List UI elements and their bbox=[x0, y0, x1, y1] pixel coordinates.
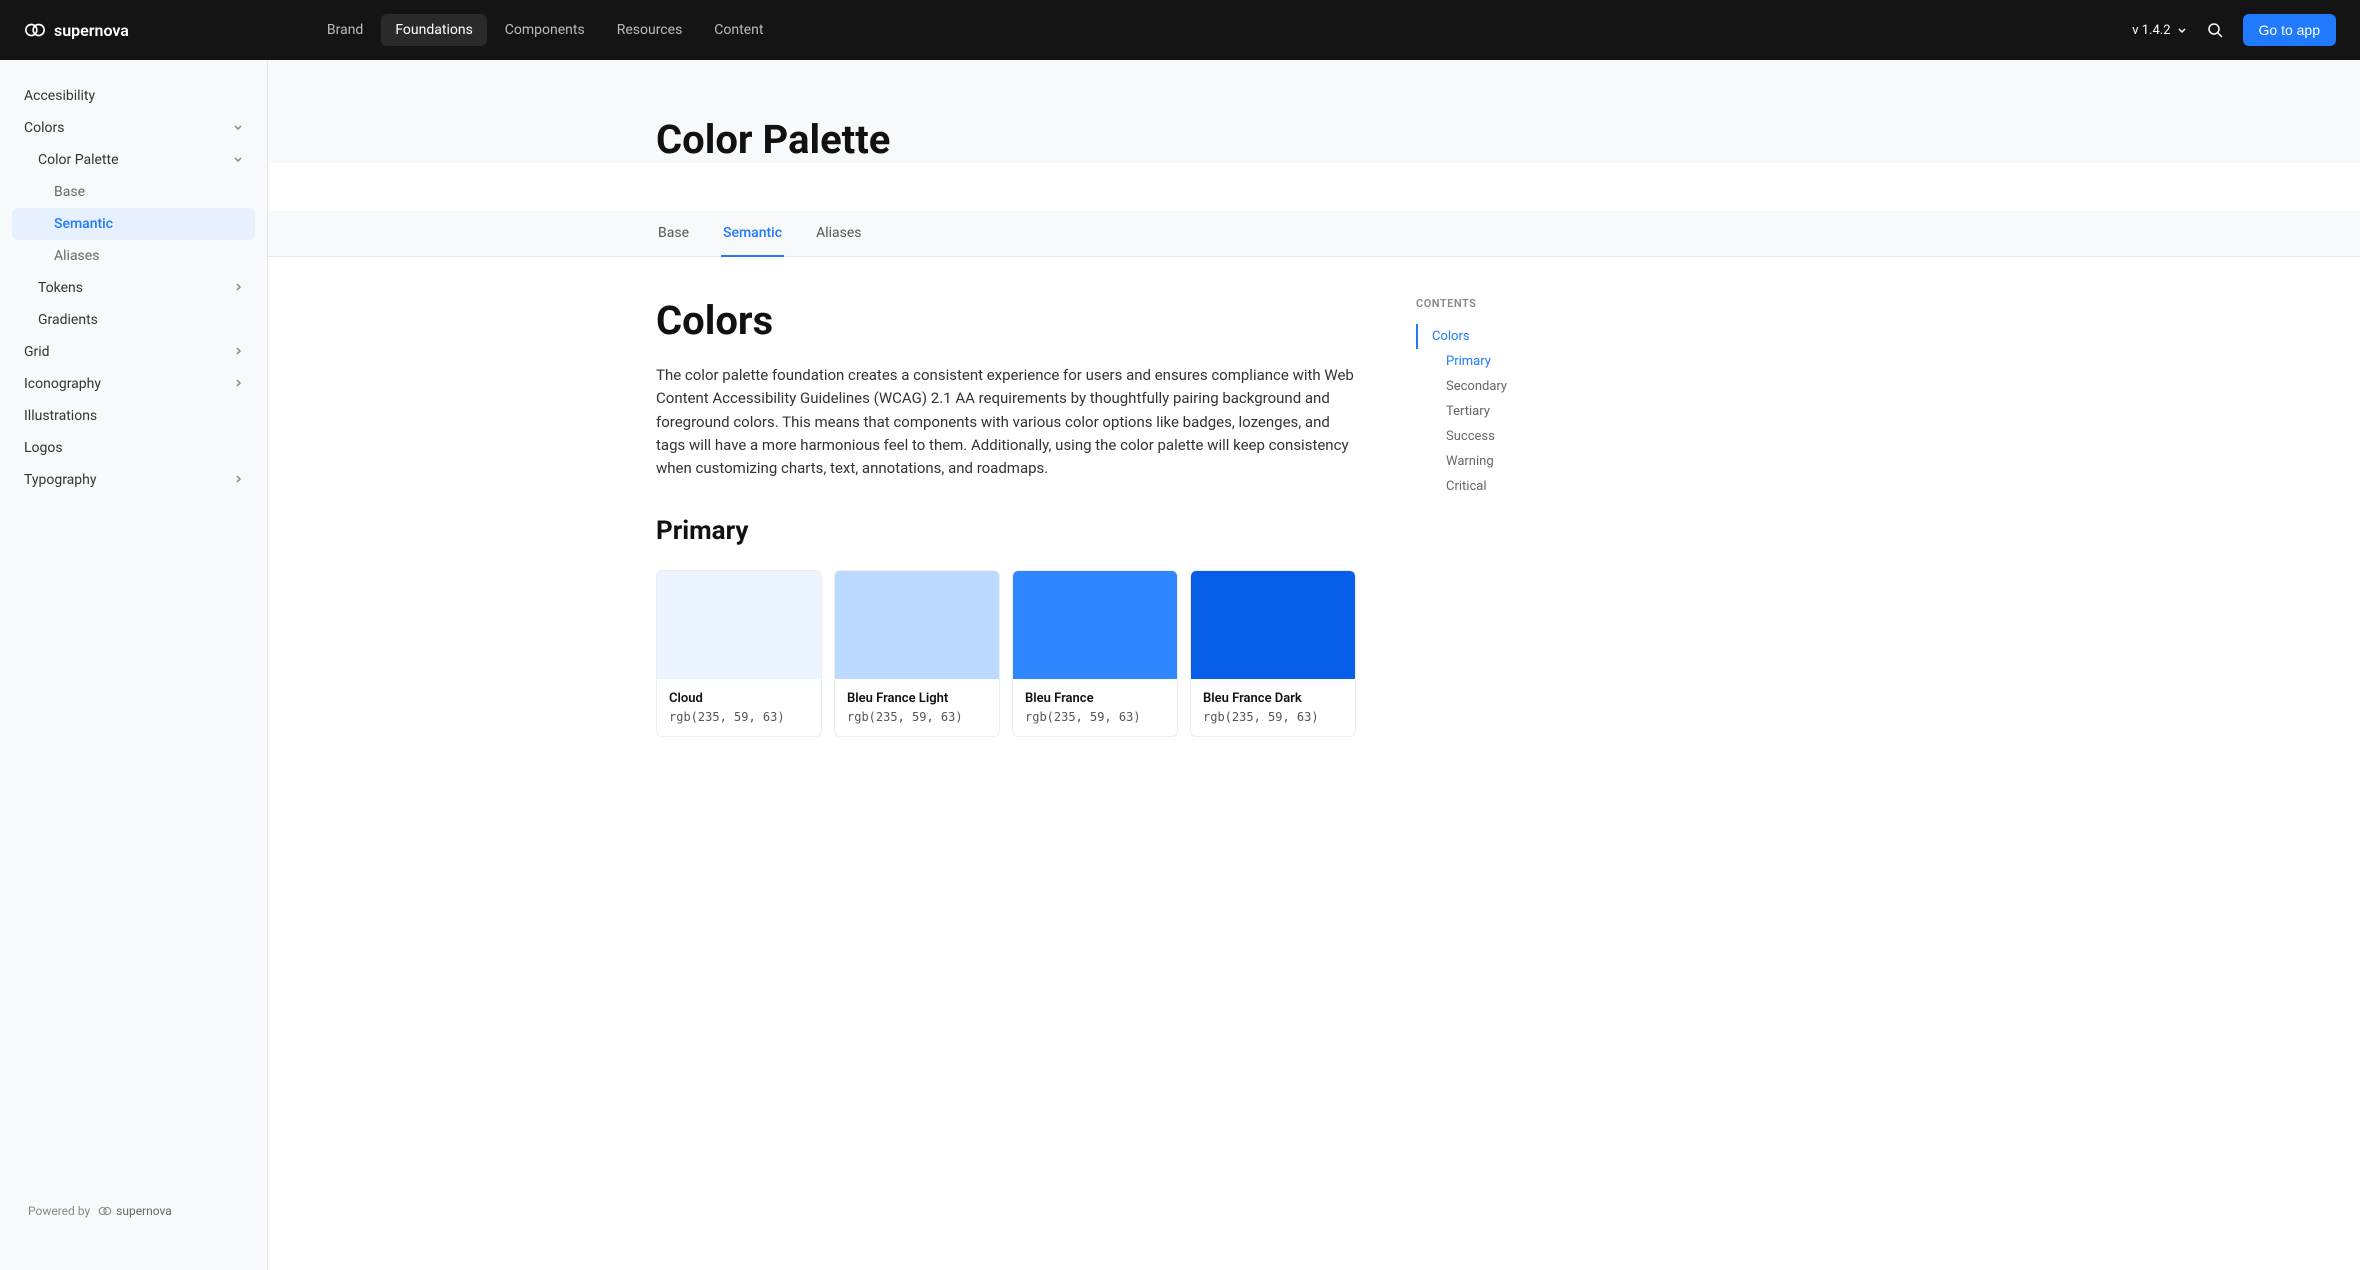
topbar-right: v 1.4.2 Go to app bbox=[2132, 14, 2336, 46]
toc: CONTENTS ColorsPrimarySecondaryTertiaryS… bbox=[1416, 297, 1596, 737]
swatch-grid: Cloud rgb(235, 59, 63) Bleu France Light rg… bbox=[656, 570, 1356, 737]
sidebar-item-label: Gradients bbox=[38, 312, 98, 328]
sidebar-item-accesibility[interactable]: Accesibility bbox=[12, 80, 255, 112]
tabs: Base Semantic Aliases bbox=[268, 211, 2360, 257]
logo-icon bbox=[24, 19, 46, 41]
chevron-right-icon bbox=[233, 474, 243, 487]
topnav-item-foundations[interactable]: Foundations bbox=[381, 14, 486, 46]
swatch-cloud[interactable]: Cloud rgb(235, 59, 63) bbox=[656, 570, 822, 737]
topnav-item-resources[interactable]: Resources bbox=[603, 14, 697, 46]
sidebar-item-gradients[interactable]: Gradients bbox=[12, 304, 255, 336]
tab-aliases[interactable]: Aliases bbox=[814, 211, 863, 257]
sidebar-item-colors[interactable]: Colors bbox=[12, 112, 255, 144]
swatch-name: Bleu France bbox=[1025, 691, 1165, 706]
swatch-meta: Bleu France Dark rgb(235, 59, 63) bbox=[1191, 679, 1355, 736]
chevron-down-icon bbox=[2177, 25, 2187, 35]
sidebar-item-logos[interactable]: Logos bbox=[12, 432, 255, 464]
toc-item-warning[interactable]: Warning bbox=[1416, 449, 1596, 474]
sidebar-item-label: Aliases bbox=[54, 248, 99, 264]
toc-item-secondary[interactable]: Secondary bbox=[1416, 374, 1596, 399]
subsection-heading: Primary bbox=[656, 516, 1356, 546]
sidebar-item-label: Tokens bbox=[38, 280, 83, 296]
chevron-right-icon bbox=[233, 378, 243, 391]
logo-text: supernova bbox=[54, 21, 129, 40]
swatch-meta: Bleu France Light rgb(235, 59, 63) bbox=[835, 679, 999, 736]
topnav-item-components[interactable]: Components bbox=[491, 14, 599, 46]
toc-item-primary[interactable]: Primary bbox=[1416, 349, 1596, 374]
sidebar-item-label: Color Palette bbox=[38, 152, 119, 168]
chevron-down-icon bbox=[233, 122, 243, 135]
tab-base[interactable]: Base bbox=[656, 211, 691, 257]
toc-title: CONTENTS bbox=[1416, 297, 1596, 310]
swatch-value: rgb(235, 59, 63) bbox=[669, 710, 809, 724]
sidebar-item-illustrations[interactable]: Illustrations bbox=[12, 400, 255, 432]
sidebar-item-label: Grid bbox=[24, 344, 50, 360]
section-body: The color palette foundation creates a c… bbox=[656, 364, 1356, 480]
toc-item-critical[interactable]: Critical bbox=[1416, 474, 1596, 499]
swatch-color bbox=[1013, 571, 1177, 679]
logo-icon bbox=[98, 1204, 112, 1218]
topnav: BrandFoundationsComponentsResourcesConte… bbox=[313, 14, 778, 46]
main: Color Palette Base Semantic Aliases Colors… bbox=[268, 60, 2360, 1270]
content-main: Colors The color palette foundation crea… bbox=[656, 297, 1356, 737]
topbar: supernova BrandFoundationsComponentsReso… bbox=[0, 0, 2360, 60]
swatch-bleu-france-light[interactable]: Bleu France Light rgb(235, 59, 63) bbox=[834, 570, 1000, 737]
swatch-value: rgb(235, 59, 63) bbox=[1203, 710, 1343, 724]
sidebar-item-label: Illustrations bbox=[24, 408, 97, 424]
chevron-down-icon bbox=[233, 154, 243, 167]
sidebar-item-base[interactable]: Base bbox=[12, 176, 255, 208]
swatch-value: rgb(235, 59, 63) bbox=[847, 710, 987, 724]
powered-by-brand: supernova bbox=[116, 1204, 172, 1218]
sidebar-item-label: Semantic bbox=[54, 216, 113, 232]
swatch-color bbox=[835, 571, 999, 679]
sidebar-item-label: Colors bbox=[24, 120, 64, 136]
version-selector[interactable]: v 1.4.2 bbox=[2132, 23, 2186, 38]
content: Colors The color palette foundation crea… bbox=[268, 257, 2360, 797]
sidebar-item-label: Typography bbox=[24, 472, 96, 488]
section-heading: Colors bbox=[656, 297, 1356, 344]
sidebar-item-grid[interactable]: Grid bbox=[12, 336, 255, 368]
toc-item-colors[interactable]: Colors bbox=[1416, 324, 1596, 349]
powered-by-logo[interactable]: supernova bbox=[98, 1204, 172, 1218]
powered-by-label: Powered by bbox=[28, 1204, 90, 1218]
sidebar-item-aliases[interactable]: Aliases bbox=[12, 240, 255, 272]
chevron-right-icon bbox=[233, 346, 243, 359]
topnav-item-content[interactable]: Content bbox=[700, 14, 777, 46]
version-label: v 1.4.2 bbox=[2132, 23, 2170, 38]
swatch-color bbox=[657, 571, 821, 679]
go-to-app-button[interactable]: Go to app bbox=[2243, 14, 2337, 46]
sidebar-item-iconography[interactable]: Iconography bbox=[12, 368, 255, 400]
sidebar-item-label: Iconography bbox=[24, 376, 101, 392]
swatch-value: rgb(235, 59, 63) bbox=[1025, 710, 1165, 724]
swatch-color bbox=[1191, 571, 1355, 679]
swatch-name: Bleu France Dark bbox=[1203, 691, 1343, 706]
page-title: Color Palette bbox=[656, 116, 2360, 163]
sidebar-item-label: Accesibility bbox=[24, 88, 95, 104]
sidebar: Accesibility Colors Color Palette Base Seman… bbox=[0, 60, 268, 1270]
sidebar-item-color-palette[interactable]: Color Palette bbox=[12, 144, 255, 176]
swatch-meta: Bleu France rgb(235, 59, 63) bbox=[1013, 679, 1177, 736]
swatch-name: Cloud bbox=[669, 691, 809, 706]
sidebar-item-tokens[interactable]: Tokens bbox=[12, 272, 255, 304]
topnav-item-brand[interactable]: Brand bbox=[313, 14, 377, 46]
swatch-name: Bleu France Light bbox=[847, 691, 987, 706]
swatch-bleu-france-dark[interactable]: Bleu France Dark rgb(235, 59, 63) bbox=[1190, 570, 1356, 737]
search-icon[interactable] bbox=[2207, 22, 2223, 38]
sidebar-item-typography[interactable]: Typography bbox=[12, 464, 255, 496]
logo[interactable]: supernova bbox=[24, 19, 129, 41]
sidebar-item-label: Base bbox=[54, 184, 85, 200]
toc-item-success[interactable]: Success bbox=[1416, 424, 1596, 449]
swatch-meta: Cloud rgb(235, 59, 63) bbox=[657, 679, 821, 736]
chevron-right-icon bbox=[233, 282, 243, 295]
toc-item-tertiary[interactable]: Tertiary bbox=[1416, 399, 1596, 424]
swatch-bleu-france[interactable]: Bleu France rgb(235, 59, 63) bbox=[1012, 570, 1178, 737]
sidebar-item-semantic[interactable]: Semantic bbox=[12, 208, 255, 240]
tab-semantic[interactable]: Semantic bbox=[721, 211, 784, 257]
page-header: Color Palette bbox=[268, 60, 2360, 163]
powered-by: Powered by supernova bbox=[12, 1192, 255, 1250]
sidebar-item-label: Logos bbox=[24, 440, 63, 456]
